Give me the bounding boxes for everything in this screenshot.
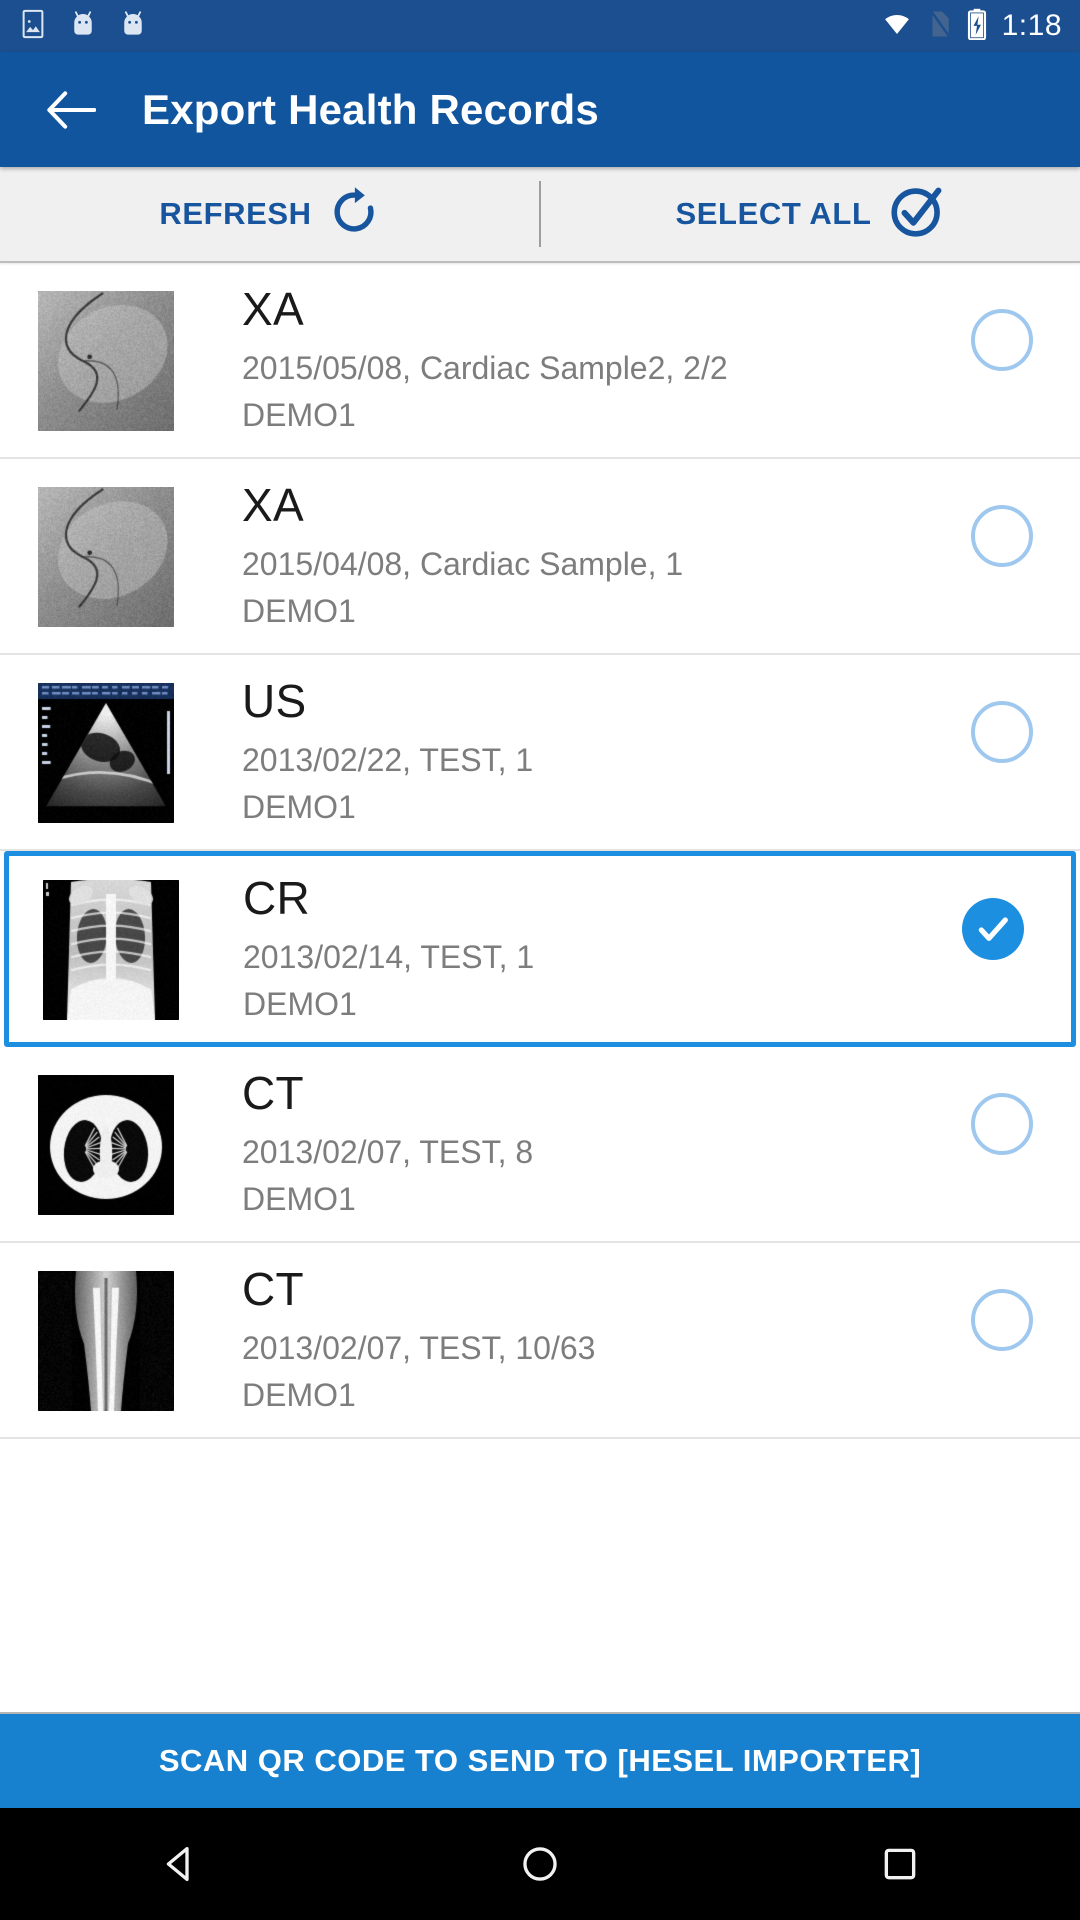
ct-legs-thumbnail [38, 1271, 174, 1411]
checkbox-unchecked-icon [971, 309, 1033, 371]
status-bar-clock: 1:18 [1002, 11, 1062, 41]
record-row[interactable]: CR 2013/02/14, TEST, 1 DEMO1 [4, 851, 1076, 1047]
record-meta: XA 2015/05/08, Cardiac Sample2, 2/2 DEMO1 [242, 285, 942, 437]
refresh-button-label: REFRESH [159, 196, 311, 232]
app-bar: Export Health Records [0, 52, 1080, 167]
record-checkbox[interactable] [942, 1069, 1062, 1155]
battery-charging-icon [966, 8, 988, 45]
record-detail: 2013/02/07, TEST, 10/63 [242, 1327, 942, 1370]
status-bar: 1:18 [0, 0, 1080, 52]
back-arrow-icon[interactable] [42, 81, 100, 139]
ultrasound-thumbnail [38, 683, 174, 823]
record-detail: 2015/05/08, Cardiac Sample2, 2/2 [242, 347, 942, 390]
record-patient: DEMO1 [242, 786, 942, 829]
refresh-icon [328, 186, 380, 243]
record-modality: CT [242, 1265, 942, 1315]
no-sim-icon [928, 9, 952, 44]
checkbox-unchecked-icon [971, 701, 1033, 763]
record-detail: 2013/02/07, TEST, 8 [242, 1131, 942, 1174]
record-modality: XA [242, 285, 942, 335]
recents-nav-icon[interactable] [825, 1808, 975, 1920]
record-patient: DEMO1 [242, 1178, 942, 1221]
android-bugdroid-icon [68, 9, 98, 44]
scan-qr-button[interactable]: SCAN QR CODE TO SEND TO [HESEL IMPORTER] [0, 1712, 1080, 1808]
record-modality: XA [242, 481, 942, 531]
ct-chest-thumbnail [38, 1075, 174, 1215]
back-nav-icon[interactable] [105, 1808, 255, 1920]
chest-xray-thumbnail [43, 880, 179, 1020]
refresh-button[interactable]: REFRESH [0, 167, 539, 261]
record-row[interactable]: US 2013/02/22, TEST, 1 DEMO1 [0, 655, 1080, 851]
screenshot-icon [18, 9, 48, 44]
wifi-icon [880, 9, 914, 44]
check-circle-icon [888, 183, 946, 246]
record-checkbox[interactable] [942, 1265, 1062, 1351]
record-row[interactable]: XA 2015/04/08, Cardiac Sample, 1 DEMO1 [0, 459, 1080, 655]
record-modality: CR [243, 874, 933, 924]
record-patient: DEMO1 [243, 983, 933, 1026]
record-checkbox[interactable] [933, 874, 1053, 960]
angiography-thumbnail [38, 487, 174, 627]
system-nav-bar [0, 1808, 1080, 1920]
record-patient: DEMO1 [242, 1374, 942, 1417]
record-modality: CT [242, 1069, 942, 1119]
record-meta: CT 2013/02/07, TEST, 8 DEMO1 [242, 1069, 942, 1221]
record-meta: US 2013/02/22, TEST, 1 DEMO1 [242, 677, 942, 829]
select-all-button[interactable]: SELECT ALL [541, 167, 1080, 261]
record-detail: 2015/04/08, Cardiac Sample, 1 [242, 543, 942, 586]
home-nav-icon[interactable] [465, 1808, 615, 1920]
android-bugdroid-icon [118, 9, 148, 44]
checkbox-unchecked-icon [971, 1093, 1033, 1155]
record-meta: XA 2015/04/08, Cardiac Sample, 1 DEMO1 [242, 481, 942, 633]
record-checkbox[interactable] [942, 285, 1062, 371]
record-row[interactable]: CT 2013/02/07, TEST, 10/63 DEMO1 [0, 1243, 1080, 1439]
record-meta: CT 2013/02/07, TEST, 10/63 DEMO1 [242, 1265, 942, 1417]
record-patient: DEMO1 [242, 590, 942, 633]
records-list[interactable]: XA 2015/05/08, Cardiac Sample2, 2/2 DEMO1 X… [0, 263, 1080, 1712]
checkbox-unchecked-icon [971, 505, 1033, 567]
record-patient: DEMO1 [242, 394, 942, 437]
select-all-button-label: SELECT ALL [675, 196, 871, 232]
record-checkbox[interactable] [942, 677, 1062, 763]
scan-qr-button-label: SCAN QR CODE TO SEND TO [HESEL IMPORTER] [159, 1743, 921, 1779]
record-row[interactable]: CT 2013/02/07, TEST, 8 DEMO1 [0, 1047, 1080, 1243]
record-checkbox[interactable] [942, 481, 1062, 567]
page-title: Export Health Records [142, 86, 599, 134]
record-modality: US [242, 677, 942, 727]
checkbox-unchecked-icon [971, 1289, 1033, 1351]
angiography-thumbnail [38, 291, 174, 431]
record-detail: 2013/02/22, TEST, 1 [242, 739, 942, 782]
status-bar-system-icons: 1:18 [880, 8, 1062, 45]
record-detail: 2013/02/14, TEST, 1 [243, 936, 933, 979]
status-bar-notifications [18, 9, 148, 44]
checkbox-checked-icon [962, 898, 1024, 960]
record-meta: CR 2013/02/14, TEST, 1 DEMO1 [243, 874, 933, 1026]
action-bar: REFRESH SELECT ALL [0, 167, 1080, 263]
phone-screen: 1:18 Export Health Records REFRESH SELEC… [0, 0, 1080, 1920]
record-row[interactable]: XA 2015/05/08, Cardiac Sample2, 2/2 DEMO1 [0, 263, 1080, 459]
